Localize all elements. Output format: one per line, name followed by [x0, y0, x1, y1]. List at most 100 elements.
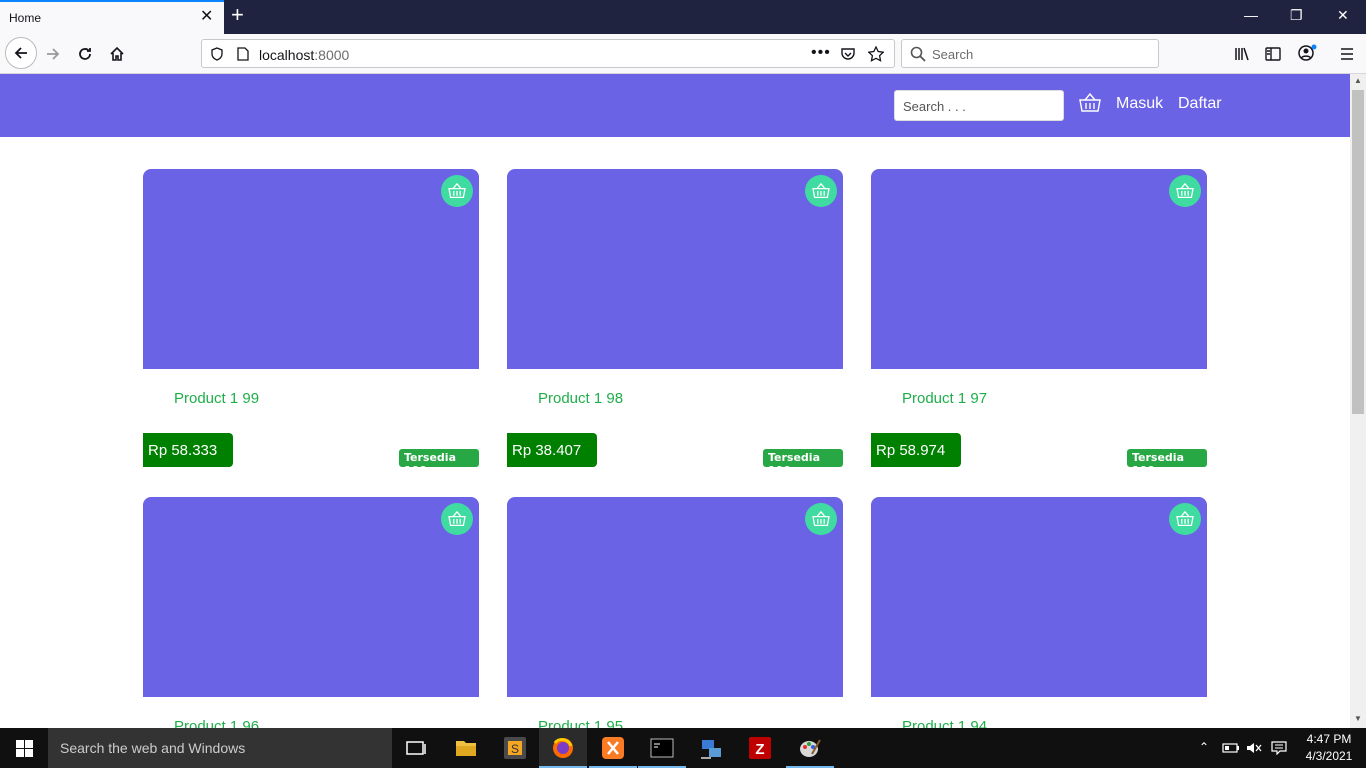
back-button[interactable]	[5, 37, 37, 69]
task-view-icon[interactable]	[404, 736, 428, 760]
url-text: localhost:8000	[259, 47, 349, 63]
scrollbar-thumb[interactable]	[1352, 90, 1364, 414]
add-to-cart-button[interactable]	[1169, 503, 1201, 535]
windows-taskbar: Search the web and Windows S Z ⌃ 4:47 PM…	[0, 728, 1366, 768]
scroll-down-icon[interactable]: ▼	[1354, 714, 1362, 723]
product-image[interactable]	[143, 497, 479, 697]
account-icon[interactable]	[1297, 44, 1317, 62]
browser-search-bar[interactable]: Search	[901, 39, 1159, 68]
scroll-up-icon[interactable]: ▲	[1354, 76, 1362, 85]
price-badge: Rp 38.407	[507, 433, 597, 467]
add-to-cart-button[interactable]	[805, 175, 837, 207]
add-to-cart-button[interactable]	[805, 503, 837, 535]
network-app-icon[interactable]	[699, 736, 723, 760]
basket-icon[interactable]	[1079, 93, 1101, 113]
product-card[interactable]: Product 1 99 Rp 58.333 Tersedia 100	[143, 169, 479, 477]
page-scrollbar[interactable]: ▲ ▼	[1350, 74, 1366, 728]
basket-icon	[1176, 511, 1194, 527]
filezilla-icon[interactable]: Z	[748, 736, 772, 760]
taskbar-search-placeholder: Search the web and Windows	[60, 740, 246, 756]
clock-time: 4:47 PM	[1306, 732, 1352, 746]
volume-muted-icon[interactable]	[1246, 741, 1262, 755]
page-icon	[237, 47, 249, 61]
url-host: localhost	[259, 47, 315, 63]
product-card[interactable]: Product 1 97 Rp 58.974 Tersedia 100	[871, 169, 1207, 477]
product-card[interactable]: Product 1 98 Rp 38.407 Tersedia 100	[507, 169, 843, 477]
add-to-cart-button[interactable]	[441, 175, 473, 207]
reload-button[interactable]	[73, 42, 97, 66]
menu-icon[interactable]	[1339, 46, 1355, 62]
basket-icon	[812, 511, 830, 527]
product-image[interactable]	[871, 169, 1207, 369]
sidebar-icon[interactable]	[1265, 46, 1281, 62]
stock-badge: Tersedia 100	[763, 449, 843, 477]
product-image[interactable]	[507, 497, 843, 697]
forward-button[interactable]	[41, 42, 65, 66]
paint-taskbar[interactable]	[786, 728, 834, 768]
minimize-icon[interactable]: —	[1244, 7, 1258, 23]
register-link[interactable]: Daftar	[1178, 95, 1222, 113]
page-actions-icon[interactable]: •••	[811, 44, 831, 62]
pocket-icon[interactable]	[841, 47, 855, 61]
shield-icon[interactable]	[210, 47, 224, 61]
tab-close-icon[interactable]: ✕	[200, 9, 213, 25]
home-icon	[110, 46, 124, 61]
forward-arrow-icon	[47, 48, 60, 60]
product-name[interactable]: Product 1 95	[538, 718, 623, 728]
product-name[interactable]: Product 1 98	[538, 390, 623, 407]
tab-title: Home	[9, 11, 42, 25]
file-explorer-icon[interactable]	[454, 736, 478, 760]
basket-icon	[812, 183, 830, 199]
product-image[interactable]	[143, 169, 479, 369]
back-arrow-icon	[14, 47, 27, 59]
paint-icon	[800, 739, 821, 757]
product-name[interactable]: Product 1 97	[902, 390, 987, 407]
search-icon	[910, 46, 926, 62]
restore-icon[interactable]: ❐	[1290, 7, 1303, 24]
site-search-input[interactable]: Search . . .	[894, 90, 1064, 121]
bookmark-star-icon[interactable]	[868, 46, 884, 62]
svg-text:Z: Z	[755, 741, 764, 758]
sublime-text-icon[interactable]: S	[503, 736, 527, 760]
basket-icon	[448, 183, 466, 199]
clock-date: 4/3/2021	[1305, 749, 1353, 763]
firefox-taskbar-active[interactable]	[539, 728, 587, 768]
browser-titlebar: Home ✕ + — ❐ ✕	[0, 0, 1366, 34]
product-image[interactable]	[507, 169, 843, 369]
battery-icon[interactable]	[1222, 741, 1240, 755]
page-content: Search . . . Masuk Daftar Product 1 99 R…	[0, 74, 1350, 728]
new-tab-icon[interactable]: +	[231, 4, 244, 26]
window-close-icon[interactable]: ✕	[1337, 7, 1349, 24]
add-to-cart-button[interactable]	[441, 503, 473, 535]
url-port: :8000	[314, 47, 350, 63]
product-name[interactable]: Product 1 94	[902, 718, 987, 728]
taskbar-clock[interactable]: 4:47 PM 4/3/2021	[1296, 731, 1362, 765]
product-name[interactable]: Product 1 96	[174, 718, 259, 728]
login-link[interactable]: Masuk	[1116, 95, 1163, 113]
home-button[interactable]	[105, 42, 129, 66]
windows-start-icon[interactable]	[16, 740, 33, 757]
price-badge: Rp 58.974	[871, 433, 961, 467]
terminal-taskbar[interactable]	[638, 728, 686, 768]
stock-badge: Tersedia 100	[1127, 449, 1207, 477]
show-hidden-icons-icon[interactable]: ⌃	[1199, 740, 1209, 754]
product-image[interactable]	[871, 497, 1207, 697]
taskbar-search[interactable]: Search the web and Windows	[48, 728, 392, 768]
browser-navbar: localhost:8000 ••• Search	[0, 34, 1366, 74]
browser-tab[interactable]: Home ✕	[0, 0, 224, 34]
product-card[interactable]: Product 1 95	[507, 497, 843, 728]
basket-icon	[448, 511, 466, 527]
notifications-icon[interactable]	[1271, 741, 1287, 755]
svg-text:S: S	[511, 742, 519, 756]
terminal-icon	[650, 738, 674, 758]
xampp-taskbar[interactable]	[589, 728, 637, 768]
browser-search-placeholder: Search	[932, 47, 974, 62]
add-to-cart-button[interactable]	[1169, 175, 1201, 207]
xampp-icon	[602, 737, 624, 759]
library-icon[interactable]	[1234, 46, 1250, 62]
product-card[interactable]: Product 1 96	[143, 497, 479, 728]
stock-badge: Tersedia 100	[399, 449, 479, 477]
product-name[interactable]: Product 1 99	[174, 390, 259, 407]
product-card[interactable]: Product 1 94	[871, 497, 1207, 728]
url-bar[interactable]: localhost:8000 •••	[201, 39, 895, 68]
